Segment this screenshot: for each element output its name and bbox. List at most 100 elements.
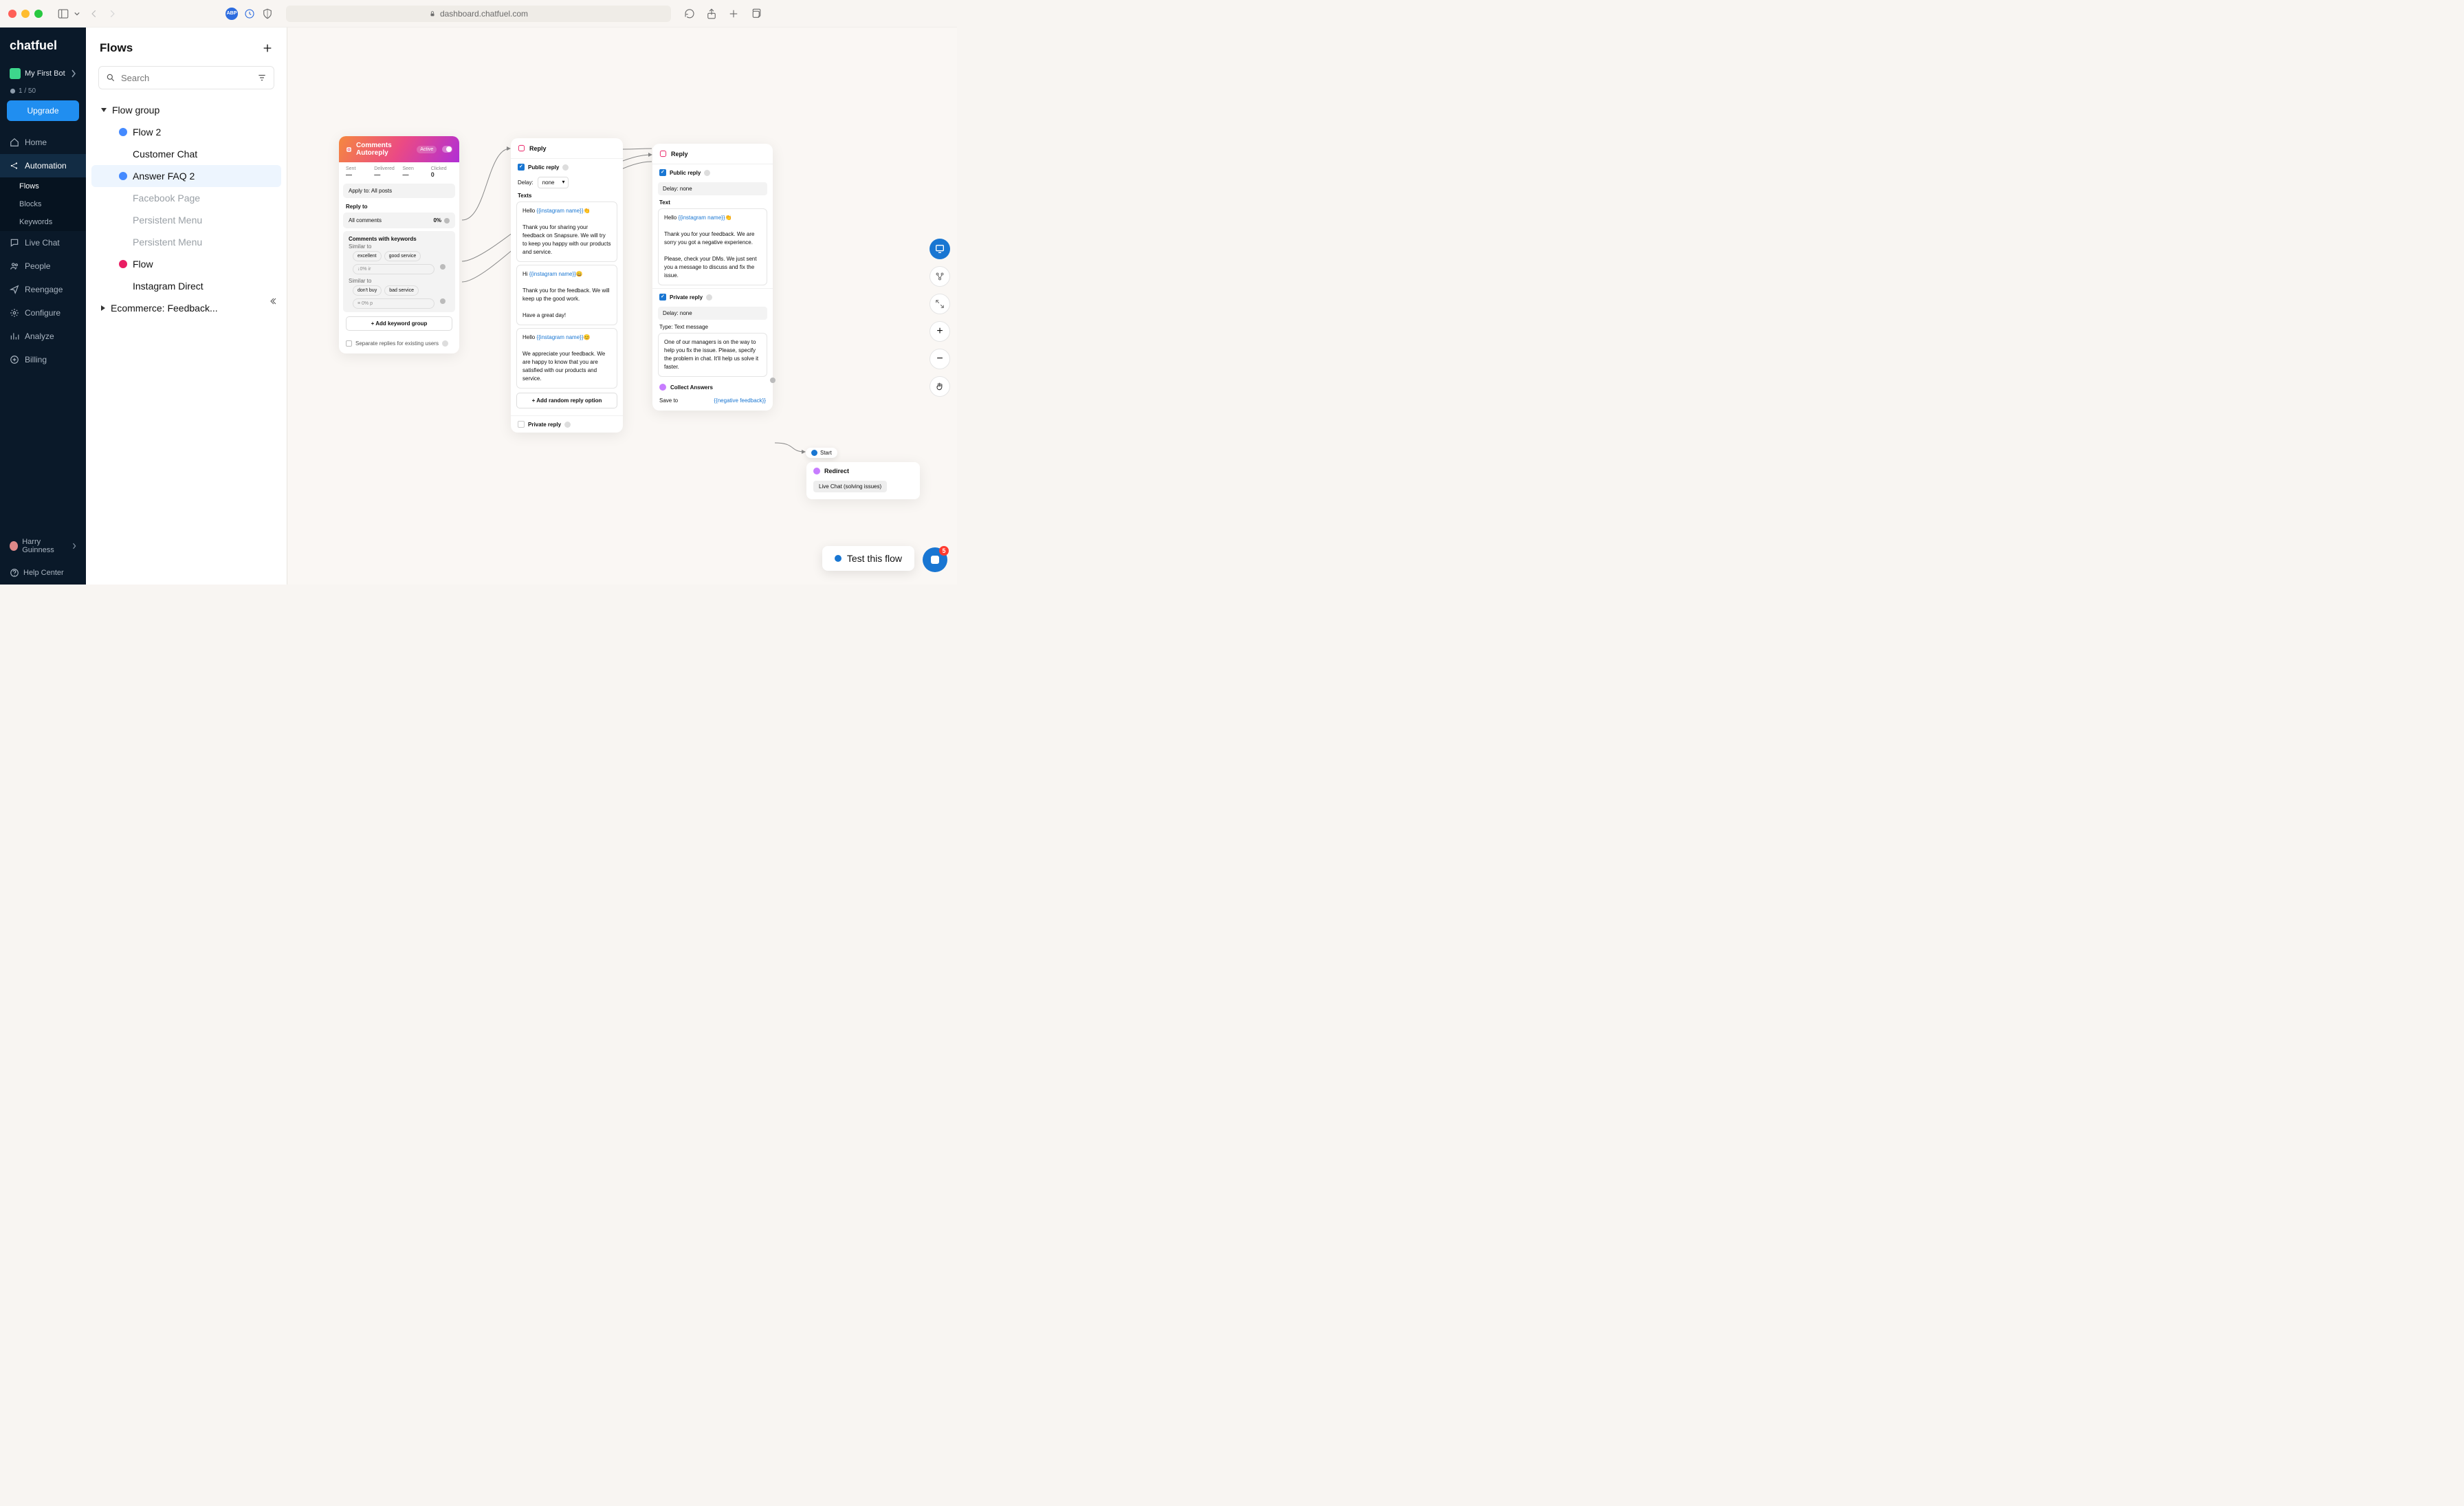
checkbox-private[interactable] [518,421,525,428]
upgrade-button[interactable]: Upgrade [7,100,79,121]
subnav-flows[interactable]: Flows [19,177,86,195]
canvas[interactable]: Comments Autoreply Active Sent— Delivere… [287,28,957,585]
delay-plain[interactable]: Delay: none [658,307,767,320]
subnav-keywords[interactable]: Keywords [19,213,86,231]
private-reply-row[interactable]: Private reply [652,288,773,305]
stat-seen: Seen— [403,166,424,178]
shield-icon[interactable] [261,8,274,20]
flow-item-answerfaq[interactable]: Answer FAQ 2 [91,165,281,187]
info-icon[interactable] [704,170,710,176]
start-pill[interactable]: Start [806,448,837,458]
bot-selector[interactable]: My First Bot [6,64,80,83]
connector-dot[interactable] [440,298,446,304]
save-to-value[interactable]: {{negative feedback}} [714,397,766,404]
checkbox-public[interactable] [518,164,525,171]
flow-item-igdirect[interactable]: Instagram Direct [91,275,281,297]
extension-icon[interactable] [243,8,256,20]
add-keyword-button[interactable]: + Add keyword group [346,316,452,331]
redirect-chip[interactable]: Live Chat (solving issues) [813,481,887,492]
msg-card[interactable]: One of our managers is on the way to hel… [658,333,767,377]
flow-item-flow2[interactable]: Flow 2 [91,121,281,143]
tree-view-icon[interactable] [930,266,950,287]
reply-title: Reply [671,151,688,157]
tabs-icon[interactable] [749,8,762,20]
nav-configure[interactable]: Configure [0,301,86,325]
active-toggle[interactable] [442,146,452,153]
delay-plain[interactable]: Delay: none [658,182,767,195]
flow-group-ecomm[interactable]: Ecommerce: Feedback... [91,297,281,319]
connector-dot[interactable] [444,218,450,223]
search-row[interactable] [98,66,274,89]
zoom-in-icon[interactable]: + [930,321,950,342]
info-icon[interactable] [706,294,712,301]
user-row[interactable]: Harry Guinness [0,531,86,561]
kw-chip[interactable]: don't buy [353,285,382,296]
maximize-window-icon[interactable] [34,10,43,18]
connector-dot[interactable] [440,264,446,270]
forward-icon[interactable] [107,9,117,19]
close-window-icon[interactable] [8,10,16,18]
info-icon[interactable] [564,422,571,428]
abp-extension-icon[interactable]: ABP [226,8,238,20]
checkbox-private[interactable] [659,294,666,301]
kw-chip[interactable]: excellent [353,251,382,261]
add-node-icon[interactable] [930,239,950,259]
kw-chip[interactable]: good service [384,251,421,261]
flow-item-persistentmenu1[interactable]: Persistent Menu [91,209,281,231]
new-tab-icon[interactable] [727,8,740,20]
zoom-out-icon[interactable]: − [930,349,950,369]
msg-card[interactable]: Hello {{instagram name}}👏 Thank you for … [658,208,767,285]
subnav-blocks[interactable]: Blocks [19,195,86,213]
refresh-icon[interactable] [683,8,696,20]
delay-select[interactable]: none [538,177,569,188]
checkbox-public[interactable] [659,169,666,176]
search-input[interactable] [121,73,252,83]
share-icon[interactable] [705,8,718,20]
nav-people[interactable]: People [0,254,86,278]
info-icon[interactable] [562,164,569,171]
all-comments-row[interactable]: All comments 0% [343,212,455,228]
help-center[interactable]: Help Center [0,561,86,585]
public-reply-row[interactable]: Public reply [652,164,773,181]
card-comments-autoreply[interactable]: Comments Autoreply Active Sent— Delivere… [339,136,459,353]
card-redirect[interactable]: Redirect Live Chat (solving issues) [806,462,920,499]
collapse-panel-icon[interactable] [266,294,280,308]
nav-livechat[interactable]: Live Chat [0,231,86,254]
back-icon[interactable] [89,9,99,19]
info-icon[interactable] [442,340,448,347]
flow-item-facebookpage[interactable]: Facebook Page [91,187,281,209]
flow-item-persistentmenu2[interactable]: Persistent Menu [91,231,281,253]
output-connector[interactable] [770,378,776,383]
sidebar-toggle-icon[interactable] [55,6,72,22]
intercom-icon[interactable]: 5 [923,547,947,572]
card-reply-2[interactable]: Reply Public reply Delay: none Text Hell… [652,144,773,411]
msg-card[interactable]: Hello {{instagram name}}😊 We appreciate … [516,328,617,389]
chevron-down-icon[interactable] [74,11,80,17]
add-flow-icon[interactable] [262,43,273,54]
nav-home[interactable]: Home [0,131,86,154]
fit-view-icon[interactable] [930,294,950,314]
add-random-reply-button[interactable]: + Add random reply option [516,393,617,408]
kw-chip[interactable]: bad service [384,285,419,296]
apply-to[interactable]: Apply to: All posts [343,184,455,198]
nav-automation[interactable]: Automation [0,154,86,177]
nav-analyze[interactable]: Analyze [0,325,86,348]
nav-reengage[interactable]: Reengage [0,278,86,301]
card-reply-1[interactable]: Reply Public reply Delay: none Texts Hel… [511,138,623,433]
private-reply-row[interactable]: Private reply [511,415,623,433]
flow-group[interactable]: Flow group [91,99,281,121]
public-reply-row[interactable]: Public reply [511,159,623,175]
url-bar[interactable]: dashboard.chatfuel.com [286,6,671,22]
filter-icon[interactable] [257,73,267,83]
checkbox-separate[interactable] [346,340,352,347]
pan-icon[interactable] [930,376,950,397]
flow-item-customerchat[interactable]: Customer Chat [91,143,281,165]
collect-answers-row[interactable]: Collect Answers [652,380,773,395]
nav-billing[interactable]: Billing [0,348,86,371]
msg-card[interactable]: Hello {{instagram name}}👏 Thank you for … [516,201,617,262]
test-flow-button[interactable]: Test this flow [822,546,914,571]
minimize-window-icon[interactable] [21,10,30,18]
msg-card[interactable]: Hi {{instagram name}}😀 Thank you for the… [516,265,617,325]
sidebar: chatfuel My First Bot 1 / 50 Upgrade Hom… [0,28,86,585]
flow-item-flow[interactable]: Flow [91,253,281,275]
